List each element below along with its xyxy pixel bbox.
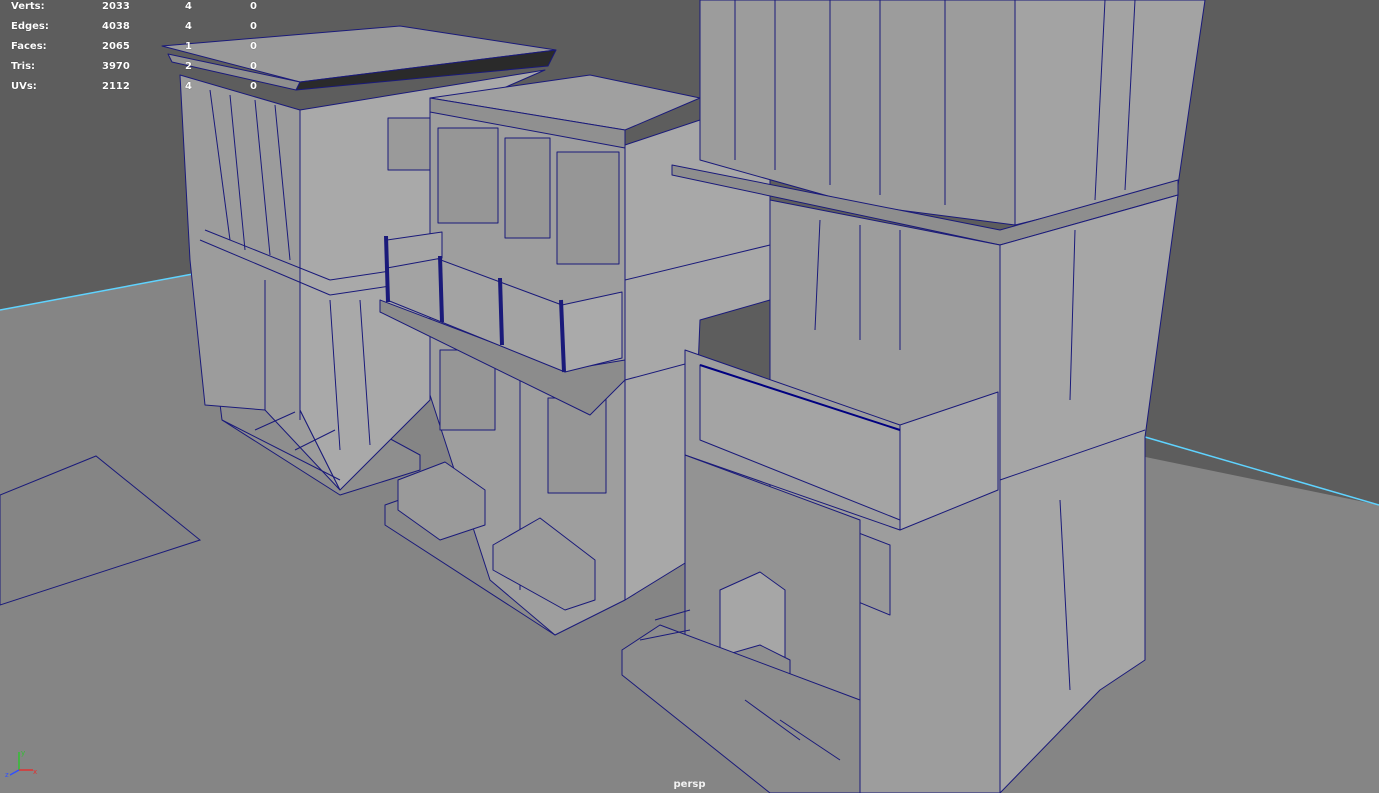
hud-label: Faces: <box>11 41 47 52</box>
hud-selected: 1 <box>185 41 192 52</box>
middle-building-window-5 <box>547 397 607 494</box>
hud-uv: 0 <box>250 81 257 92</box>
heads-up-display: Verts: 2033 4 0 Edges: 4038 4 0 Faces: 2… <box>11 0 271 100</box>
balcony-post <box>384 235 390 303</box>
axis-z-line <box>9 769 20 776</box>
hud-total: 4038 <box>102 21 130 32</box>
hud-selected: 2 <box>185 61 192 72</box>
axis-y-glyph: y <box>21 749 25 757</box>
balcony-post <box>438 255 444 323</box>
balcony-post <box>498 277 504 346</box>
left-building-window <box>387 117 431 171</box>
hud-selected: 4 <box>185 21 192 32</box>
hud-row-uvs: UVs: 2112 4 0 <box>11 80 271 100</box>
xyz-axis-icon: x y z <box>5 749 37 778</box>
hud-total: 2112 <box>102 81 130 92</box>
hud-row-tris: Tris: 3970 2 0 <box>11 60 271 80</box>
hud-uv: 0 <box>250 1 257 12</box>
axis-x-glyph: x <box>33 768 37 776</box>
hud-row-verts: Verts: 2033 4 0 <box>11 0 271 20</box>
hud-uv: 0 <box>250 61 257 72</box>
hud-row-edges: Edges: 4038 4 0 <box>11 20 271 40</box>
hud-label: Tris: <box>11 61 36 72</box>
hud-label: UVs: <box>11 81 37 92</box>
3d-viewport[interactable] <box>0 0 1379 793</box>
hud-total: 2065 <box>102 41 130 52</box>
right-building[interactable] <box>621 0 1206 793</box>
hud-selected: 4 <box>185 1 192 12</box>
axis-z-glyph: z <box>5 771 9 778</box>
middle-building-balcony-glass-side <box>561 291 623 373</box>
hud-selected: 4 <box>185 81 192 92</box>
middle-building-window-2 <box>504 137 551 239</box>
hud-uv: 0 <box>250 21 257 32</box>
hud-row-faces: Faces: 2065 1 0 <box>11 40 271 60</box>
hud-uv: 0 <box>250 41 257 52</box>
hud-total: 3970 <box>102 61 130 72</box>
hud-total: 2033 <box>102 1 130 12</box>
hud-label: Edges: <box>11 21 49 32</box>
hud-label: Verts: <box>11 1 45 12</box>
middle-building-window-3 <box>556 151 620 265</box>
camera-name-label: persp <box>673 779 706 790</box>
middle-building-window-1 <box>437 127 499 224</box>
